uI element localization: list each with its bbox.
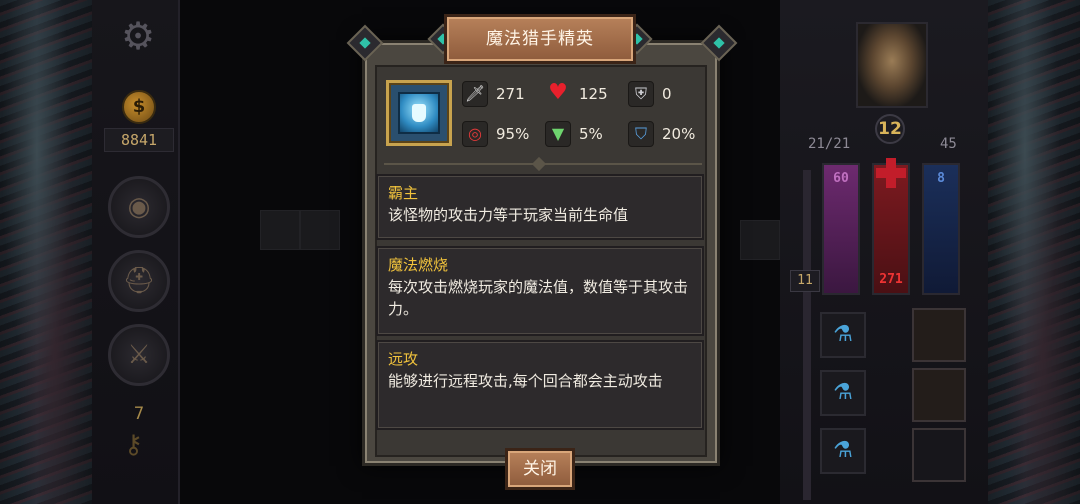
section-divider: [384, 163, 702, 165]
hero-portrait[interactable]: [856, 22, 928, 108]
floor-tile: [740, 220, 780, 260]
key-icon: ⚷: [124, 430, 144, 460]
sword-icon: 🗡: [462, 81, 488, 107]
blue-bar-value: 8: [937, 171, 945, 186]
item-slot-1[interactable]: ◉: [108, 176, 170, 238]
orb-icon: ◉: [127, 192, 151, 222]
level-badge: 12: [875, 114, 905, 144]
ability-card: 远攻 能够进行远程攻击,每个回合都会主动攻击: [376, 340, 704, 430]
side-counter: 11: [790, 270, 820, 292]
left-wall-decoration: [0, 0, 92, 504]
stat-attack: 🗡 271: [462, 80, 525, 108]
equipment-slot-3[interactable]: [912, 428, 966, 482]
floor-tile: [260, 210, 300, 250]
gold-counter: 8841: [104, 128, 174, 152]
ability-name: 霸主: [388, 184, 419, 202]
red-bar-value: 271: [879, 272, 903, 287]
stat-accuracy: ◎ 95%: [462, 120, 529, 148]
item-slot-2[interactable]: ⛑: [108, 250, 170, 312]
helmet-icon: ⛑: [122, 266, 156, 296]
armor-value: 45: [940, 136, 957, 152]
ability-description: 能够进行远程攻击,每个回合都会主动攻击: [388, 372, 663, 390]
potion-slot-3[interactable]: ⚗: [820, 428, 866, 474]
ability-name: 魔法燃烧: [388, 256, 449, 274]
armor-value: 0: [662, 85, 672, 103]
magic-shield-icon: ⛉: [628, 121, 654, 147]
key-counter: 7: [133, 404, 145, 424]
equipment-slot-2[interactable]: [912, 368, 966, 422]
mana-bar-purple: 60: [822, 163, 860, 295]
heart-icon: ♥: [548, 80, 568, 105]
tornado-icon: ▼: [545, 121, 571, 147]
hp-ratio: 21/21: [808, 136, 851, 152]
right-wall-decoration: [988, 0, 1080, 504]
attack-value: 271: [496, 85, 525, 103]
dodge-value: 5%: [579, 125, 603, 143]
gear-icon[interactable]: ⚙: [118, 16, 158, 56]
potion-slot-1[interactable]: ⚗: [820, 312, 866, 358]
stat-health: ♥ 125: [545, 80, 608, 108]
shield-icon: ⛨: [628, 81, 654, 107]
monster-icon: [398, 92, 440, 134]
ability-name: 远攻: [388, 350, 419, 368]
floor-tile: [300, 210, 340, 250]
monster-portrait: [386, 80, 452, 146]
item-slot-3[interactable]: ⚔: [108, 324, 170, 386]
mana-bar-blue: 8: [922, 163, 960, 295]
accuracy-value: 95%: [496, 125, 530, 143]
close-button[interactable]: 关闭: [505, 448, 575, 490]
ability-card: 霸主 该怪物的攻击力等于玩家当前生命值: [376, 174, 704, 240]
resist-value: 20%: [662, 125, 696, 143]
target-icon: ◎: [462, 121, 488, 147]
health-value: 125: [579, 85, 608, 103]
stat-armor: ⛨ 0: [628, 80, 672, 108]
health-cross-icon: [876, 158, 906, 188]
side-rail: [803, 170, 811, 500]
purple-bar-value: 60: [833, 171, 849, 186]
ability-description: 该怪物的攻击力等于玩家当前生命值: [388, 206, 629, 224]
dialog-title: 魔法猎手精英: [444, 14, 636, 64]
sword-icon: ⚔: [127, 340, 151, 370]
stat-dodge: ▼ 5%: [545, 120, 603, 148]
ability-card: 魔法燃烧 每次攻击燃烧玩家的魔法值，数值等于其攻击力。: [376, 246, 704, 336]
equipment-slot-1[interactable]: [912, 308, 966, 362]
stat-resist: ⛉ 20%: [628, 120, 695, 148]
ability-description: 每次攻击燃烧玩家的魔法值，数值等于其攻击力。: [388, 278, 689, 318]
potion-slot-2[interactable]: ⚗: [820, 370, 866, 416]
coin-icon: $: [122, 90, 156, 124]
